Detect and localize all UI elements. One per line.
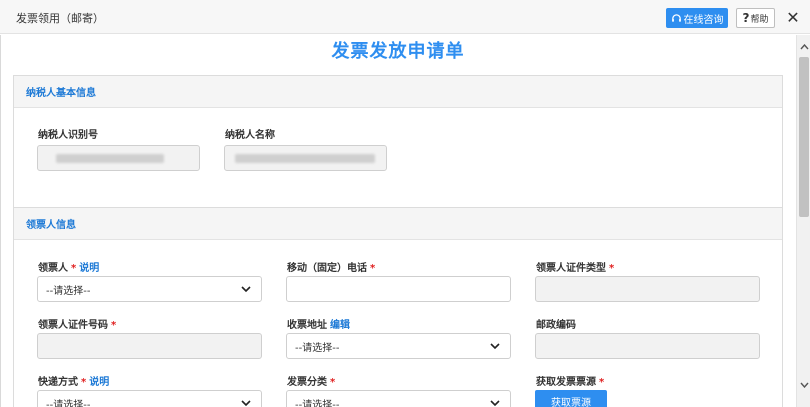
delivery-note-link[interactable]: 说明: [89, 377, 109, 388]
taxpayer-name-field[interactable]: [224, 145, 387, 171]
recipient-label: 领票人 * 说明: [38, 263, 100, 274]
address-select[interactable]: --请选择--: [286, 333, 511, 359]
online-consult-button[interactable]: 在线咨询: [666, 8, 728, 28]
scrollbar[interactable]: [796, 35, 810, 407]
taxpayer-id-label: 纳税人识别号: [38, 130, 98, 141]
taxpayer-section-title: 纳税人基本信息: [14, 76, 782, 108]
online-consult-label: 在线咨询: [683, 14, 724, 26]
recipient-select[interactable]: --请选择--: [37, 276, 262, 302]
phone-input[interactable]: [286, 276, 511, 302]
id-type-field[interactable]: [535, 276, 760, 302]
category-select[interactable]: --请选择--: [286, 390, 511, 407]
recipient-section-title: 领票人信息: [14, 208, 782, 240]
chevron-down-icon: [490, 343, 500, 350]
content-edge: [0, 35, 1, 407]
dialog-header: 发票领用（邮寄） 在线咨询 ? 帮助 ✕: [0, 0, 810, 34]
delivery-select[interactable]: --请选择--: [37, 390, 262, 407]
redacted-value: [56, 154, 164, 163]
form-title: 发票发放申请单: [331, 41, 465, 62]
recipient-panel: 领票人信息: [13, 207, 783, 407]
category-label: 发票分类 *: [287, 377, 336, 388]
taxpayer-id-field[interactable]: [37, 145, 200, 171]
chevron-down-icon: [490, 400, 500, 407]
close-icon[interactable]: ✕: [784, 7, 802, 27]
source-label: 获取发票票源 *: [536, 377, 605, 388]
id-number-label: 领票人证件号码 *: [38, 320, 117, 331]
address-label: 收票地址 编辑: [287, 320, 350, 331]
id-type-label: 领票人证件类型 *: [536, 263, 615, 274]
delivery-label: 快递方式 * 说明: [38, 377, 110, 388]
chevron-down-icon: [241, 400, 251, 407]
postcode-field[interactable]: [535, 333, 760, 359]
postcode-label: 邮政编码: [536, 320, 576, 331]
phone-label: 移动（固定）电话 *: [287, 263, 376, 274]
help-button[interactable]: ? 帮助: [736, 8, 775, 28]
address-edit-link[interactable]: 编辑: [330, 320, 350, 331]
chevron-down-icon: [241, 286, 251, 293]
scroll-down-icon[interactable]: [797, 379, 810, 391]
dialog-title: 发票领用（邮寄）: [16, 12, 104, 25]
fetch-source-button[interactable]: 获取票源: [535, 390, 607, 407]
help-label: 帮助: [750, 14, 769, 25]
question-icon: ?: [742, 11, 750, 25]
recipient-note-link[interactable]: 说明: [79, 263, 99, 274]
redacted-value: [235, 154, 375, 163]
scroll-up-icon[interactable]: [797, 41, 810, 53]
headset-icon: [671, 13, 681, 22]
taxpayer-name-label: 纳税人名称: [225, 130, 275, 141]
id-number-field[interactable]: [37, 333, 262, 359]
scrollbar-thumb[interactable]: [799, 57, 809, 217]
dialog-content: 发票发放申请单 纳税人基本信息 纳税人识别号 纳税人名称 领票人信息 领票人 * 说…: [0, 35, 796, 407]
